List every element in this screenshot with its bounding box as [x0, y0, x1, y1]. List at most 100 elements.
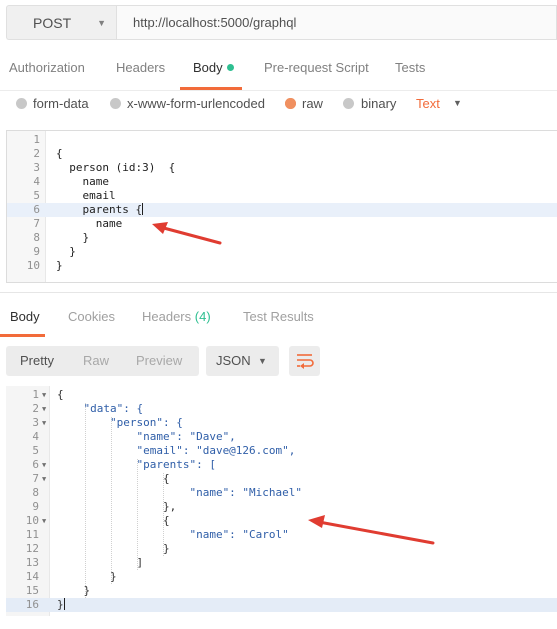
tab-body[interactable]: Body — [193, 50, 234, 88]
line-number: 11 — [25, 528, 39, 541]
line-number: 5 — [33, 189, 40, 202]
text-cursor — [63, 598, 65, 610]
fold-arrow-icon[interactable]: ▼ — [42, 514, 46, 528]
response-divider — [0, 292, 557, 293]
code-line: 2{ — [7, 147, 557, 161]
radio-form-data[interactable] — [16, 98, 27, 109]
line-number: 13 — [25, 556, 39, 569]
raw-button[interactable]: Raw — [83, 346, 109, 376]
line-number: 6 — [32, 458, 39, 471]
format-select[interactable]: JSON ▼ — [206, 346, 279, 376]
code-line: 11 "name": "Carol" — [6, 528, 557, 542]
code-line: 8 "name": "Michael" — [6, 486, 557, 500]
fold-arrow-icon[interactable]: ▼ — [42, 402, 46, 416]
tab-cookies[interactable]: Cookies — [68, 302, 115, 332]
response-body-viewer[interactable]: 1 ▼{ 2 ▼ "data": { 3 ▼ "person": { 4 "name"… — [6, 386, 557, 616]
code-line: 3 person (id:3) { — [7, 161, 557, 175]
code-line: 12 } — [6, 542, 557, 556]
code-text: "name": "Michael" — [57, 486, 303, 499]
fold-arrow-icon[interactable]: ▼ — [42, 472, 46, 486]
code-text: "email": "dave@126.com", — [57, 444, 296, 457]
tab-authorization[interactable]: Authorization — [9, 50, 85, 88]
code-line: 6 ▼ "parents": [ — [6, 458, 557, 472]
annotation-arrow-icon — [152, 222, 222, 245]
line-number: 10 — [25, 514, 39, 527]
code-text: { — [56, 147, 63, 160]
tab-tests[interactable]: Tests — [395, 50, 425, 88]
radio-urlencoded[interactable] — [110, 98, 121, 109]
request-body-editor[interactable]: 1 2{ 3 person (id:3) { 4 name 5 email 6 … — [6, 130, 557, 283]
code-text: } — [56, 231, 90, 244]
line-number: 1 — [32, 388, 39, 401]
tab-test-results[interactable]: Test Results — [243, 302, 314, 332]
code-line: 9 } — [7, 245, 557, 259]
line-number: 8 — [33, 231, 40, 244]
code-line: 4 name — [7, 175, 557, 189]
tab-response-body[interactable]: Body — [10, 302, 40, 332]
tab-body-label: Body — [193, 60, 223, 75]
code-text-content: parents { — [56, 203, 143, 216]
status-dot-icon — [226, 64, 234, 71]
view-mode-group: Pretty Raw Preview — [6, 346, 199, 376]
line-number: 5 — [32, 444, 39, 457]
code-line: 15 } — [6, 584, 557, 598]
code-text: "name": "Dave", — [57, 430, 236, 443]
code-line: 9 }, — [6, 500, 557, 514]
chevron-down-icon[interactable]: ▼ — [453, 98, 462, 108]
code-text: } — [57, 542, 170, 555]
line-number: 6 — [33, 203, 40, 216]
content-type-select[interactable]: Text — [416, 96, 440, 111]
binary-label[interactable]: binary — [361, 96, 396, 111]
fold-arrow-icon[interactable]: ▼ — [42, 388, 46, 402]
preview-button[interactable]: Preview — [136, 346, 182, 376]
pretty-button[interactable]: Pretty — [20, 346, 54, 376]
fold-arrow-icon[interactable]: ▼ — [42, 458, 46, 472]
wrap-lines-button[interactable] — [289, 346, 320, 376]
code-text: name — [56, 175, 109, 188]
body-type-options: form-data x-www-form-urlencoded raw bina… — [0, 94, 557, 120]
line-number: 8 — [32, 486, 39, 499]
code-line: 3 ▼ "person": { — [6, 416, 557, 430]
url-input[interactable]: http://localhost:5000/graphql — [116, 5, 557, 40]
code-line: 1 — [7, 133, 557, 147]
code-line: 10 ▼ { — [6, 514, 557, 528]
line-number: 9 — [32, 500, 39, 513]
radio-binary[interactable] — [343, 98, 354, 109]
active-tab-indicator — [180, 87, 242, 90]
line-number: 2 — [33, 147, 40, 160]
urlencoded-label[interactable]: x-www-form-urlencoded — [127, 96, 265, 111]
code-line: 4 "name": "Dave", — [6, 430, 557, 444]
chevron-down-icon: ▼ — [97, 17, 107, 28]
method-select[interactable]: POST ▼ — [6, 5, 116, 40]
code-line: 5 email — [7, 189, 557, 203]
code-line: 7 name — [7, 217, 557, 231]
line-number: 9 — [33, 245, 40, 258]
form-data-label[interactable]: form-data — [33, 96, 89, 111]
raw-label[interactable]: raw — [302, 96, 323, 111]
radio-raw[interactable] — [285, 98, 296, 109]
code-text: parents { — [56, 203, 144, 217]
code-text: } — [57, 598, 65, 612]
code-line: 5 "email": "dave@126.com", — [6, 444, 557, 458]
format-select-label: JSON — [216, 353, 251, 368]
code-text: { — [57, 514, 170, 527]
code-line: 10} — [7, 259, 557, 273]
tab-prerequest-script[interactable]: Pre-request Script — [264, 50, 369, 88]
code-text: } — [57, 570, 117, 583]
tab-response-headers[interactable]: Headers (4) — [142, 302, 211, 332]
active-tab-indicator — [0, 334, 45, 337]
tab-response-headers-label: Headers — [142, 309, 192, 324]
method-label: POST — [33, 14, 72, 31]
chevron-down-icon: ▼ — [258, 356, 267, 366]
line-number: 12 — [25, 542, 39, 555]
request-tabs: Authorization Headers Body Pre-request S… — [0, 50, 557, 91]
line-number: 4 — [33, 175, 40, 188]
tab-headers[interactable]: Headers — [116, 50, 165, 88]
code-text: email — [56, 189, 116, 202]
code-text: "parents": [ — [57, 458, 216, 471]
code-text: "data": { — [57, 402, 144, 415]
fold-arrow-icon[interactable]: ▼ — [42, 416, 46, 430]
code-text: } — [57, 584, 91, 597]
text-cursor — [142, 203, 144, 215]
url-text: http://localhost:5000/graphql — [133, 15, 297, 30]
